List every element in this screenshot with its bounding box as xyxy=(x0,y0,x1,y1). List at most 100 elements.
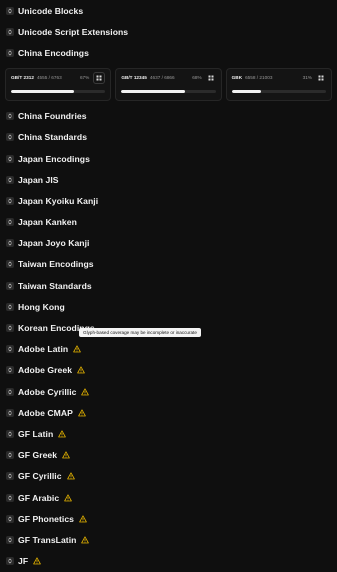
warning-icon[interactable] xyxy=(33,557,41,565)
chevron-up-down-icon xyxy=(6,6,14,15)
chevron-up-down-icon xyxy=(6,557,14,566)
chevron-up-down-icon xyxy=(6,387,14,396)
view-glyphs-button[interactable] xyxy=(316,73,326,83)
view-glyphs-button[interactable] xyxy=(206,73,216,83)
group-label: Taiwan Standards xyxy=(18,280,92,291)
coverage-progress-bar xyxy=(121,89,216,93)
encoding-count: 6558 / 21003 xyxy=(245,75,273,81)
warning-icon[interactable] xyxy=(64,493,73,502)
chevron-up-down-icon xyxy=(6,133,14,142)
group-row-gf-arabic[interactable]: GF Arabic xyxy=(0,487,337,508)
warning-icon[interactable] xyxy=(81,536,90,544)
group-label: GF Phonetics xyxy=(18,513,74,524)
coverage-progress-fill xyxy=(11,89,75,93)
coverage-progress-fill xyxy=(231,89,261,93)
group-row-adobe-cmap[interactable]: Adobe CMAP xyxy=(0,402,337,423)
encoding-name: GBK xyxy=(231,75,243,81)
group-row-gf-greek[interactable]: GF Greek xyxy=(0,445,337,466)
group-label: Adobe Greek xyxy=(18,365,73,376)
group-label: GF Greek xyxy=(18,450,58,461)
group-row-adobe-cyrillic[interactable]: Adobe Cyrillic xyxy=(0,381,337,402)
chevron-up-down-icon xyxy=(6,196,14,205)
group-row-gf-translatin[interactable]: GF TransLatin xyxy=(0,529,337,550)
encoding-card[interactable]: GBK 6558 / 21003 31% xyxy=(225,67,332,101)
chevron-up-down-icon xyxy=(6,27,14,36)
chevron-up-down-icon xyxy=(6,48,14,57)
group-row-gf-phonetics[interactable]: GF Phonetics xyxy=(0,508,337,529)
group-label: China Foundries xyxy=(18,111,87,122)
group-row-taiwan-standards[interactable]: Taiwan Standards xyxy=(0,275,337,296)
group-row-hong-kong[interactable]: Hong Kong xyxy=(0,296,337,317)
group-label: Adobe Cyrillic xyxy=(18,386,77,397)
group-label: Unicode Script Extensions xyxy=(18,26,129,37)
group-label: Japan JIS xyxy=(18,174,59,185)
glyph-grid-icon xyxy=(96,75,102,81)
chevron-up-down-icon xyxy=(6,535,14,544)
chevron-up-down-icon xyxy=(6,514,14,523)
view-glyphs-button[interactable] xyxy=(93,71,106,84)
group-row-adobe-greek[interactable]: Adobe Greek xyxy=(0,360,337,381)
glyph-grid-icon xyxy=(208,75,214,81)
chevron-up-down-icon xyxy=(6,302,14,311)
chevron-up-down-icon xyxy=(6,451,14,460)
group-label: Japan Kyoiku Kanji xyxy=(18,195,99,206)
warning-icon[interactable] xyxy=(78,409,86,417)
group-label: Japan Kanken xyxy=(18,217,77,228)
chevron-up-down-icon xyxy=(6,218,14,227)
coverage-progress-bar xyxy=(231,89,326,93)
coverage-warning-tooltip: Glyph-based coverage may be incomplete o… xyxy=(79,328,201,337)
group-label: Taiwan Encodings xyxy=(18,259,94,270)
encoding-card[interactable]: GB/T 2312 4555 / 6763 67% xyxy=(5,67,112,101)
group-row-gf-cyrillic[interactable]: GF Cyrillic xyxy=(0,466,337,487)
warning-icon[interactable] xyxy=(62,451,70,459)
group-row-japan-kanken[interactable]: Japan Kanken xyxy=(0,212,337,233)
encoding-count: 4637 / 6866 xyxy=(149,75,175,81)
warning-icon[interactable] xyxy=(79,515,87,523)
group-row-japan-encodings[interactable]: Japan Encodings xyxy=(0,148,337,169)
encoding-cards: GB/T 2312 4555 / 6763 67% GB/T 12345 463… xyxy=(0,67,337,101)
group-row-japan-kyoiku-kanji[interactable]: Japan Kyoiku Kanji xyxy=(0,190,337,211)
group-row-japan-jis[interactable]: Japan JIS xyxy=(0,169,337,190)
group-label: Japan Encodings xyxy=(18,153,90,164)
group-row-unicode-script-extensions[interactable]: Unicode Script Extensions xyxy=(0,21,337,42)
coverage-progress-fill xyxy=(121,89,186,93)
encoding-percent: 68% xyxy=(192,75,202,81)
chevron-up-down-icon xyxy=(6,472,14,481)
group-label: China Standards xyxy=(18,132,88,143)
coverage-progress-bar xyxy=(11,89,106,93)
group-row-japan-joyo-kanji[interactable]: Japan Joyo Kanji xyxy=(0,233,337,254)
encoding-percent: 31% xyxy=(302,75,312,81)
warning-icon[interactable] xyxy=(66,472,75,480)
encoding-card[interactable]: GB/T 12345 4637 / 6866 68% xyxy=(115,67,222,101)
chevron-up-down-icon xyxy=(6,154,14,163)
group-row-china-standards[interactable]: China Standards xyxy=(0,127,337,148)
group-label: Adobe CMAP xyxy=(18,407,73,418)
group-row-china-foundries[interactable]: China Foundries xyxy=(0,106,337,127)
chevron-up-down-icon xyxy=(6,429,14,438)
group-row-gf-latin[interactable]: GF Latin xyxy=(0,423,337,444)
group-label: GF TransLatin xyxy=(18,534,77,545)
group-label: China Encodings xyxy=(18,47,89,58)
group-row-jf[interactable]: JF xyxy=(0,551,337,572)
group-row-unicode-blocks[interactable]: Unicode Blocks xyxy=(0,0,337,21)
group-row-adobe-latin[interactable]: Adobe Latin xyxy=(0,339,337,360)
warning-icon[interactable] xyxy=(77,366,85,374)
encoding-name: GB/T 2312 xyxy=(11,75,34,81)
group-label: Hong Kong xyxy=(18,301,65,312)
group-row-china-encodings[interactable]: China Encodings xyxy=(0,42,337,63)
group-row-taiwan-encodings[interactable]: Taiwan Encodings xyxy=(0,254,337,275)
warning-icon[interactable] xyxy=(58,430,67,438)
encoding-percent: 67% xyxy=(79,75,90,81)
encoding-name: GB/T 12345 xyxy=(121,75,147,81)
chevron-up-down-icon xyxy=(6,112,14,121)
warning-icon[interactable] xyxy=(81,387,90,396)
chevron-up-down-icon xyxy=(6,239,14,248)
warning-icon[interactable] xyxy=(73,345,82,353)
group-label: GF Latin xyxy=(18,428,54,439)
group-label: GF Arabic xyxy=(18,492,60,503)
chevron-up-down-icon xyxy=(6,175,14,184)
group-label: JF xyxy=(18,556,29,567)
chevron-up-down-icon xyxy=(6,345,14,354)
group-label: GF Cyrillic xyxy=(18,471,62,482)
glyph-grid-icon xyxy=(318,75,324,81)
